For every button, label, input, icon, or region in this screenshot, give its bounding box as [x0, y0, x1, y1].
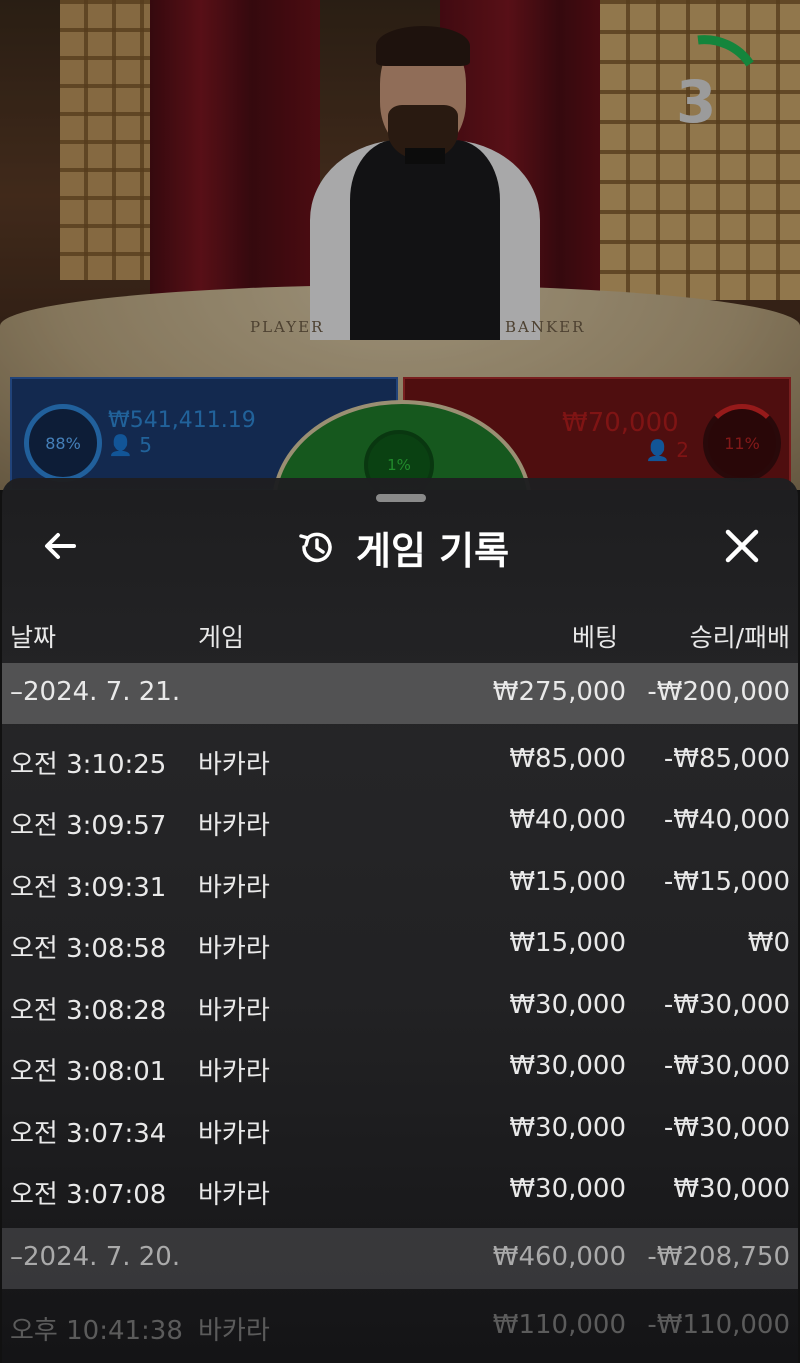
row-bet: ₩15,000	[509, 867, 626, 897]
row-time: 오전 3:09:57	[10, 811, 167, 841]
date-group-header[interactable]: –2024. 7. 21. ₩275,000 -₩200,000	[2, 663, 798, 724]
row-game: 바카라	[198, 1180, 270, 1210]
column-header-game: 게임	[198, 623, 245, 652]
row-game: 바카라	[198, 1119, 270, 1149]
column-header-date: 날짜	[10, 623, 57, 652]
row-time: 오전 3:08:28	[10, 996, 167, 1026]
row-game: 바카라	[198, 811, 270, 841]
table-row[interactable]: 오전 3:09:57 바카라 ₩40,000 -₩40,000	[2, 791, 798, 852]
group-date: –2024. 7. 21.	[10, 677, 181, 707]
group-total-winloss: -₩200,000	[647, 677, 790, 707]
row-winloss: -₩30,000	[663, 990, 790, 1020]
row-game: 바카라	[198, 934, 270, 964]
row-time: 오전 3:08:58	[10, 934, 167, 964]
row-winloss: ₩30,000	[673, 1174, 790, 1204]
row-bet: ₩30,000	[509, 1113, 626, 1143]
table-row[interactable]: 오전 3:08:28 바카라 ₩30,000 -₩30,000	[2, 976, 798, 1037]
close-button[interactable]	[718, 522, 766, 570]
group-total-winloss: -₩208,750	[647, 1242, 790, 1272]
back-button[interactable]	[38, 524, 82, 568]
history-icon	[299, 532, 332, 563]
row-winloss: ₩0	[747, 928, 790, 958]
row-time: 오전 3:08:01	[10, 1057, 167, 1087]
sheet-title: 게임 기록	[356, 528, 510, 573]
group-date: –2024. 7. 20.	[10, 1242, 181, 1272]
row-bet: ₩110,000	[492, 1310, 626, 1340]
live-video: PLAYER BANKER 3 88% ₩541,411.19 👤 5 11% …	[0, 0, 800, 490]
row-game: 바카라	[198, 750, 270, 780]
table-row[interactable]: 오전 3:08:58 바카라 ₩15,000 ₩0	[2, 914, 798, 975]
table-row[interactable]: 오전 3:07:08 바카라 ₩30,000 ₩30,000	[2, 1160, 798, 1221]
row-time: 오전 3:09:31	[10, 873, 167, 903]
row-time: 오전 3:07:08	[10, 1180, 167, 1210]
row-bet: ₩30,000	[509, 1174, 626, 1204]
row-bet: ₩85,000	[509, 744, 626, 774]
group-total-bet: ₩275,000	[492, 677, 626, 707]
table-header: 날짜 게임 베팅 승리/패배	[2, 618, 798, 658]
group-total-bet: ₩460,000	[492, 1242, 626, 1272]
table-row[interactable]: 오전 3:08:01 바카라 ₩30,000 -₩30,000	[2, 1037, 798, 1098]
row-time: 오전 3:07:34	[10, 1119, 167, 1149]
row-winloss: -₩85,000	[663, 744, 790, 774]
table-row[interactable]: 오전 3:09:31 바카라 ₩15,000 -₩15,000	[2, 853, 798, 914]
video-dim-overlay	[0, 0, 800, 490]
row-bet: ₩40,000	[509, 805, 626, 835]
game-history-sheet: 게임 기록 날짜 게임 베팅 승리/패배 –2024. 7. 21. ₩275,…	[2, 478, 798, 1363]
row-game: 바카라	[198, 1057, 270, 1087]
row-winloss: -₩110,000	[647, 1310, 790, 1340]
column-header-bet: 베팅	[571, 623, 618, 652]
row-winloss: -₩30,000	[663, 1051, 790, 1081]
table-row[interactable]: 오전 3:10:25 바카라 ₩85,000 -₩85,000	[2, 730, 798, 791]
arrow-left-icon	[45, 533, 76, 559]
column-header-winloss: 승리/패배	[689, 623, 790, 652]
row-winloss: -₩15,000	[663, 867, 790, 897]
row-time: 오후 10:41:38	[10, 1316, 183, 1346]
row-time: 오전 3:10:25	[10, 750, 167, 780]
row-game: 바카라	[198, 1316, 270, 1346]
row-bet: ₩30,000	[509, 990, 626, 1020]
row-bet: ₩15,000	[509, 928, 626, 958]
row-bet: ₩30,000	[509, 1051, 626, 1081]
row-winloss: -₩30,000	[663, 1113, 790, 1143]
sheet-drag-handle[interactable]	[376, 494, 426, 502]
row-game: 바카라	[198, 996, 270, 1026]
sheet-header: 게임 기록	[296, 522, 510, 573]
date-group-header[interactable]: –2024. 7. 20. ₩460,000 -₩208,750	[2, 1228, 798, 1289]
close-icon	[725, 529, 759, 563]
row-winloss: -₩40,000	[663, 805, 790, 835]
table-row[interactable]: 오전 3:07:34 바카라 ₩30,000 -₩30,000	[2, 1099, 798, 1160]
row-game: 바카라	[198, 873, 270, 903]
table-row[interactable]: 오후 10:41:38 바카라 ₩110,000 -₩110,000	[2, 1296, 798, 1357]
